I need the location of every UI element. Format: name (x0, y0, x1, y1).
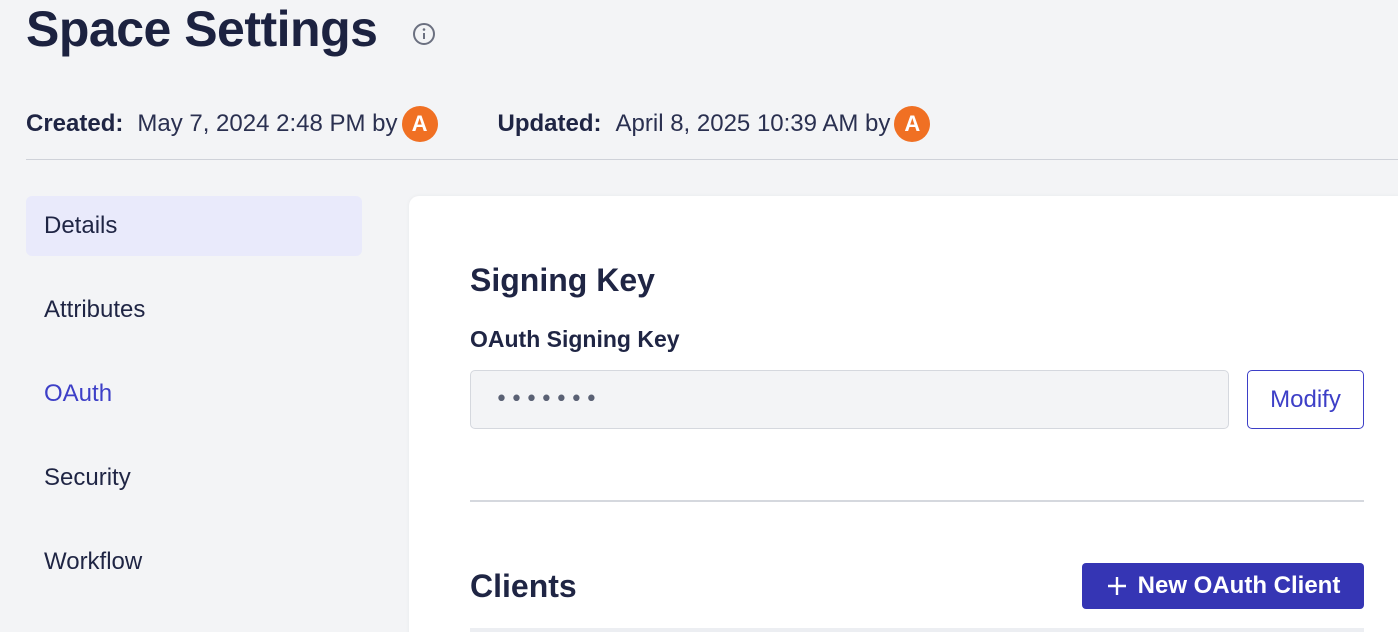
oauth-card: Signing Key OAuth Signing Key ••••••• Mo… (409, 196, 1398, 632)
plus-icon (1106, 575, 1128, 597)
info-circle-icon[interactable] (412, 22, 436, 46)
section-divider (470, 500, 1364, 502)
new-oauth-client-label: New OAuth Client (1137, 572, 1341, 599)
updated-value: April 8, 2025 10:39 AM by (615, 110, 891, 137)
meta-row: Created: May 7, 2024 2:48 PM by A Update… (26, 104, 931, 144)
sidebar-item-workflow[interactable]: Workflow (26, 532, 362, 592)
clients-table-header (470, 628, 1364, 632)
sidebar-item-oauth[interactable]: OAuth (26, 364, 362, 424)
signing-key-title: Signing Key (470, 262, 655, 298)
updated-by-avatar[interactable]: A (894, 106, 931, 142)
new-oauth-client-button[interactable]: New OAuth Client (1082, 563, 1364, 609)
modify-button[interactable]: Modify (1247, 370, 1364, 429)
created-label: Created: (26, 110, 124, 137)
clients-title: Clients (470, 568, 577, 604)
header-divider (26, 159, 1398, 160)
settings-sidebar: Details Attributes OAuth Security Workfl… (26, 196, 362, 616)
created-value: May 7, 2024 2:48 PM by (137, 110, 398, 137)
signing-key-field[interactable]: ••••••• (470, 370, 1229, 429)
oauth-signing-key-label: OAuth Signing Key (470, 326, 680, 352)
sidebar-item-attributes[interactable]: Attributes (26, 280, 362, 340)
updated-label: Updated: (497, 110, 602, 137)
sidebar-item-security[interactable]: Security (26, 448, 362, 508)
sidebar-item-details[interactable]: Details (26, 196, 362, 256)
space-settings-page: Space Settings Created: May 7, 2024 2:48… (0, 0, 1398, 632)
created-by-avatar[interactable]: A (401, 106, 438, 142)
page-title: Space Settings (26, 1, 378, 57)
